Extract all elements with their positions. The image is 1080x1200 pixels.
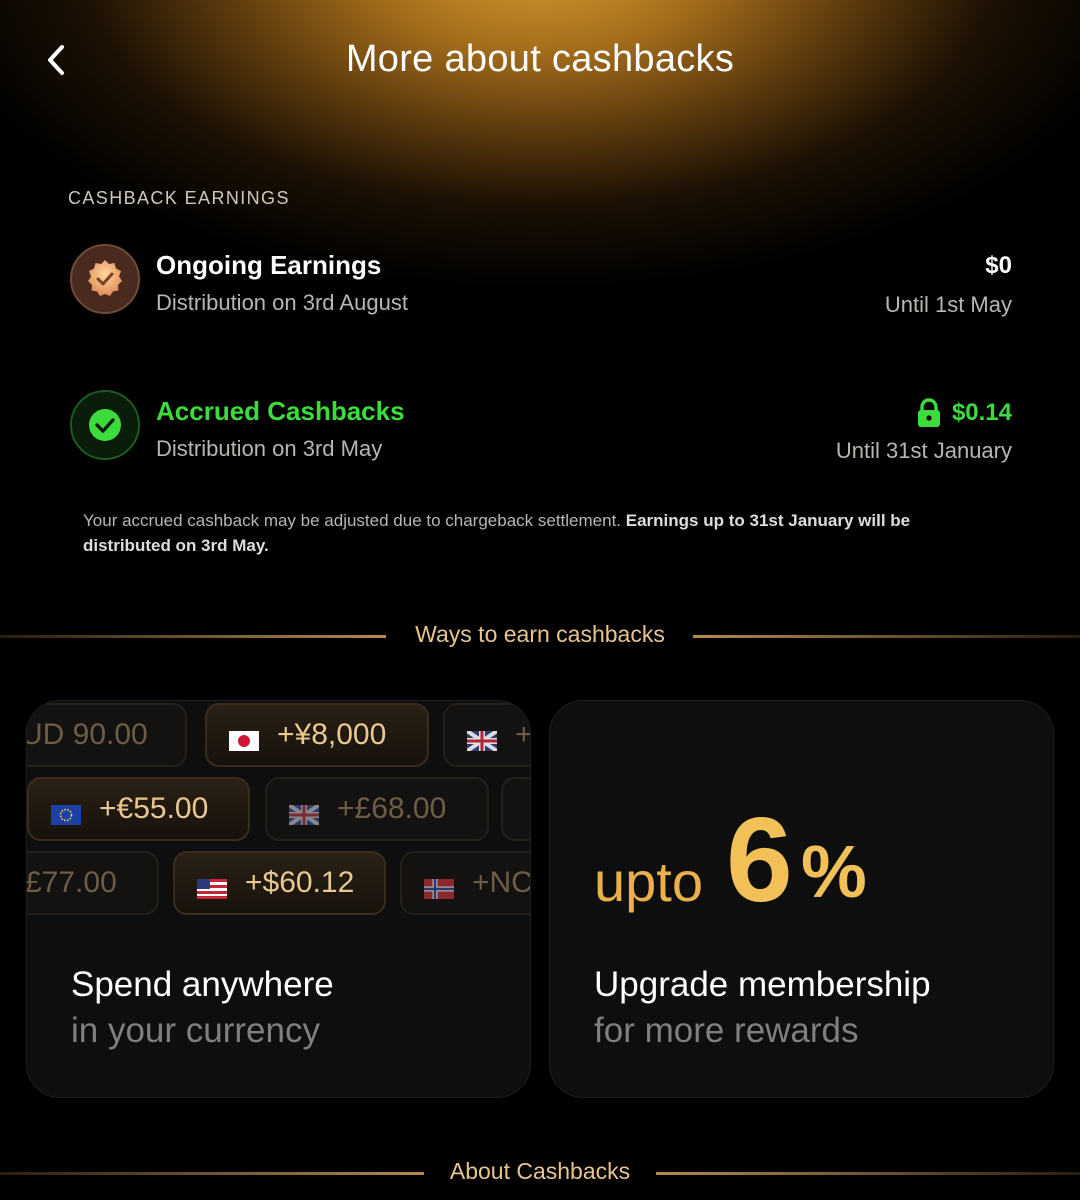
accrued-amount: $0.14	[916, 398, 1012, 428]
upto-label: upto	[594, 850, 703, 913]
note-text: Your accrued cashback may be adjusted du…	[83, 511, 626, 530]
percent-number: 6	[726, 793, 793, 927]
currency-chips: UD 90.00 +¥8,000 + +€55.00 +£68.00 £77.0…	[27, 701, 530, 931]
currency-chip: +¥8,000	[205, 703, 429, 767]
ways-divider-label: Ways to earn cashbacks	[415, 621, 665, 647]
upgrade-membership-card[interactable]: upto 6 % Upgrade membership for more rew…	[549, 700, 1054, 1098]
about-divider-label[interactable]: About Cashbacks	[0, 1158, 1080, 1185]
ongoing-amount-value: $0	[985, 252, 1012, 279]
currency-chip: +£68.00	[265, 777, 489, 841]
accrued-until: Until 31st January	[835, 438, 1012, 463]
section-label: CASHBACK EARNINGS	[68, 188, 290, 208]
accrued-amount-value: $0.14	[951, 399, 1012, 426]
ongoing-distribution: Distribution on 3rd August	[156, 290, 408, 315]
accrued-distribution: Distribution on 3rd May	[156, 436, 383, 461]
eu-flag-icon	[51, 799, 81, 825]
uk-flag-icon	[465, 725, 499, 753]
page-title: More about cashbacks	[345, 38, 735, 80]
ongoing-amount: $0	[985, 252, 1012, 280]
percent-sign: %	[801, 830, 867, 913]
chargeback-note: Your accrued cashback may be adjusted du…	[83, 508, 1000, 558]
accrued-cashbacks-row[interactable]: Accrued Cashbacks Distribution on 3rd Ma…	[70, 390, 1012, 470]
check-circle-icon	[70, 390, 140, 460]
accrued-title: Accrued Cashbacks	[156, 396, 405, 426]
ongoing-earnings-row[interactable]: Ongoing Earnings Distribution on 3rd Aug…	[70, 244, 1012, 324]
upgrade-card-subtitle: for more rewards	[594, 1011, 859, 1050]
ongoing-until: Until 1st May	[884, 292, 1012, 317]
badge-check-icon	[70, 244, 140, 314]
cashback-page: More about cashbacks CASHBACK EARNINGS O…	[0, 0, 1080, 1200]
upgrade-card-title: Upgrade membership	[594, 965, 931, 1004]
currency-chip: +	[443, 703, 530, 767]
currency-chip: +NC	[400, 851, 530, 915]
spend-card-title: Spend anywhere	[71, 965, 334, 1004]
usa-flag-icon	[197, 873, 227, 899]
currency-chip: £77.00	[27, 851, 159, 915]
about-divider: About Cashbacks	[0, 1158, 1080, 1188]
spend-anywhere-card[interactable]: UD 90.00 +¥8,000 + +€55.00 +£68.00 £77.0…	[26, 700, 531, 1098]
currency-chip	[501, 777, 530, 841]
spend-card-subtitle: in your currency	[71, 1011, 320, 1050]
currency-chip: +$60.12	[173, 851, 386, 915]
norway-flag-icon	[424, 873, 454, 899]
uk-flag-icon	[287, 799, 321, 827]
ongoing-title: Ongoing Earnings	[156, 250, 382, 280]
lock-icon	[917, 398, 940, 427]
currency-chip: +€55.00	[27, 777, 250, 841]
ways-divider: Ways to earn cashbacks	[0, 621, 1080, 651]
japan-flag-icon	[229, 725, 259, 751]
currency-chip: UD 90.00	[27, 703, 187, 767]
